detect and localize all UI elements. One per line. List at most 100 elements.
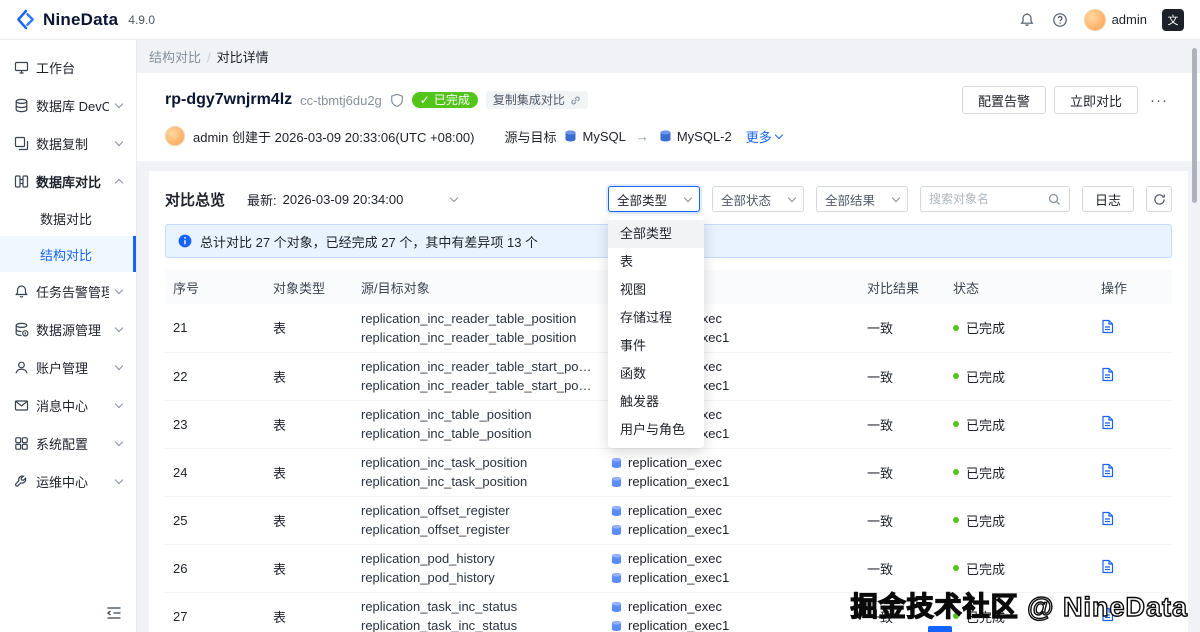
notification-bell-icon[interactable] (1018, 11, 1036, 29)
detail-doc-icon[interactable] (1101, 415, 1114, 430)
breadcrumb: 结构对比 / 对比详情 (149, 50, 269, 65)
search-input[interactable] (928, 192, 1042, 206)
detail-doc-icon[interactable] (1101, 367, 1114, 382)
ninedata-logo[interactable]: NineData (16, 9, 118, 30)
run-select-chevron-icon[interactable] (450, 193, 459, 202)
dropdown-option-function[interactable]: 函数 (608, 360, 704, 388)
dropdown-option-procedure[interactable]: 存储过程 (608, 304, 704, 332)
help-icon[interactable] (1051, 11, 1069, 29)
database-icon (611, 620, 622, 632)
col-action: 操作 (1093, 270, 1172, 304)
sidebar-item-database-devops[interactable]: 数据库 DevOps (0, 86, 136, 124)
arrow-icon: → (635, 128, 649, 144)
chevron-down-icon (114, 399, 124, 408)
dropdown-option-trigger[interactable]: 触发器 (608, 388, 704, 416)
col-object: 源/目标对象 (353, 270, 603, 304)
database-icon (611, 572, 622, 584)
chevron-down-icon (114, 285, 124, 294)
breadcrumb-parent[interactable]: 结构对比 (149, 50, 201, 65)
log-button[interactable]: 日志 (1081, 186, 1134, 212)
col-type: 对象类型 (265, 270, 353, 304)
type-filter-select[interactable]: 全部类型 (607, 186, 700, 212)
task-alert-icon (14, 284, 29, 299)
sidebar-item-system-config[interactable]: 系统配置 (0, 424, 136, 462)
main-area: 结构对比 / 对比详情 rp-dgy7wnjrm4lz cc-tbmtj6du2g … (137, 40, 1200, 632)
configure-alert-button[interactable]: 配置告警 (961, 86, 1046, 114)
language-switch-icon[interactable]: 文 (1162, 8, 1184, 31)
database-icon (611, 476, 622, 488)
detail-doc-icon[interactable] (1101, 319, 1114, 334)
sidebar-item-data-compare[interactable]: 数据对比 (0, 200, 136, 236)
collapse-sidebar-icon[interactable] (0, 594, 136, 632)
latest-run: 最新: 2026-03-09 20:34:00 (247, 190, 459, 209)
user-menu[interactable]: admin (1083, 8, 1147, 31)
database-icon (611, 505, 622, 517)
chevron-down-icon (114, 99, 124, 108)
compare-now-button[interactable]: 立即对比 (1053, 86, 1138, 114)
ninedata-logo-icon (16, 9, 37, 30)
chevron-down-icon (114, 475, 124, 484)
table-row: 25 表 replication_offset_register replicat… (165, 496, 1172, 545)
task-code: cc-tbmtj6du2g (300, 92, 382, 108)
status-dot (953, 517, 959, 523)
col-result: 对比结果 (859, 270, 945, 304)
logo-text: NineData (43, 9, 119, 29)
dropdown-option-event[interactable]: 事件 (608, 332, 704, 360)
detail-doc-icon[interactable] (1101, 463, 1114, 478)
status-dot (953, 324, 959, 331)
database-icon (611, 457, 622, 469)
object-search (919, 186, 1070, 212)
app-version: 4.9.0 (128, 12, 155, 27)
sidebar-item-datasource[interactable]: 数据源管理 (0, 310, 136, 348)
dropdown-option-user-role[interactable]: 用户与角色 (608, 416, 704, 444)
chevron-down-icon (114, 323, 124, 332)
sidebar-item-workbench[interactable]: 工作台 (0, 48, 136, 86)
task-title: rp-dgy7wnjrm4lz (165, 91, 293, 108)
database-devops-icon (14, 98, 29, 113)
info-icon (178, 234, 192, 248)
more-actions-button[interactable]: ··· (1146, 92, 1172, 109)
sidebar-item-data-replication[interactable]: 数据复制 (0, 124, 136, 162)
shield-icon[interactable] (390, 93, 404, 108)
scrollbar-thumb[interactable] (1192, 48, 1197, 203)
type-filter-dropdown: 全部类型 表 视图 存储过程 事件 函数 触发器 用户与角色 (607, 216, 704, 448)
username: admin (1111, 12, 1147, 27)
summary-text: 总计对比 27 个对象，已经完成 27 个，其中有差异项 13 个 (200, 234, 539, 250)
chevron-down-icon (683, 193, 693, 202)
sidebar-item-task-alert[interactable]: 任务告警管理 (0, 272, 136, 310)
database-icon (611, 601, 622, 613)
database-compare-icon (14, 174, 29, 189)
ops-center-icon (14, 474, 29, 489)
topbar: NineData 4.9.0 admin 文 (0, 0, 1200, 40)
search-icon[interactable] (1048, 193, 1061, 206)
compare-overview-panel: 对比总览 最新: 2026-03-09 20:34:00 全部类型 全部类型 表… (149, 171, 1188, 632)
sidebar-item-database-compare[interactable]: 数据库对比 (0, 162, 136, 200)
breadcrumb-current: 对比详情 (216, 50, 269, 65)
result-filter-select[interactable]: 全部结果 (815, 186, 908, 212)
latest-time: 2026-03-09 20:34:00 (282, 191, 404, 207)
more-details-link[interactable]: 更多 (746, 127, 783, 146)
overview-title: 对比总览 (165, 191, 226, 209)
database-icon (611, 524, 622, 536)
link-icon[interactable] (570, 95, 581, 106)
user-avatar (1083, 8, 1106, 31)
dropdown-option-view[interactable]: 视图 (608, 276, 704, 304)
dropdown-option-table[interactable]: 表 (608, 248, 704, 276)
detail-doc-icon[interactable] (1101, 511, 1114, 526)
account-icon (14, 360, 29, 375)
status-filter-select[interactable]: 全部状态 (711, 186, 804, 212)
chevron-down-icon (891, 193, 901, 202)
pagination-active-page[interactable] (928, 626, 952, 632)
dropdown-option-all-types[interactable]: 全部类型 (607, 220, 704, 248)
refresh-button[interactable] (1146, 186, 1172, 212)
detail-doc-icon[interactable] (1101, 559, 1114, 574)
check-icon: ✓ (419, 93, 430, 107)
detail-doc-icon[interactable] (1101, 607, 1114, 622)
sidebar-item-structure-compare[interactable]: 结构对比 (0, 236, 136, 272)
sidebar-item-ops-center[interactable]: 运维中心 (0, 462, 136, 500)
data-replication-icon (14, 136, 29, 151)
sidebar-item-message-center[interactable]: 消息中心 (0, 386, 136, 424)
table-row: 24 表 replication_inc_task_position replic… (165, 448, 1172, 497)
table-row: 26 表 replication_pod_history replication_… (165, 544, 1172, 593)
sidebar-item-account[interactable]: 账户管理 (0, 348, 136, 386)
